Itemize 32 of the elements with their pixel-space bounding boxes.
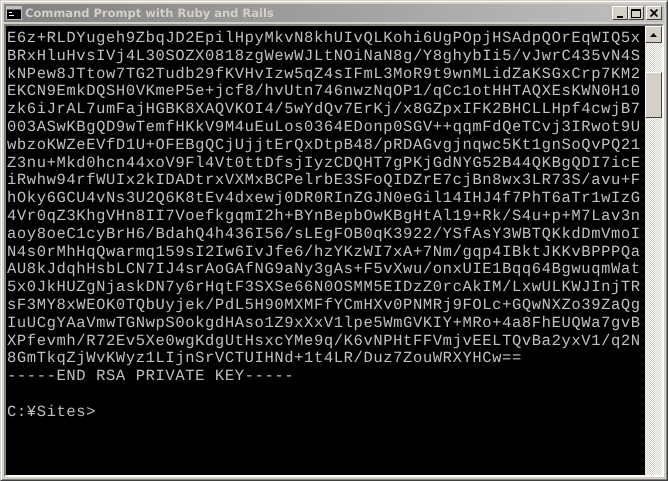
console-line: XPfevmh/R72Ev5Xe0wgKdgUtHsxcYMe9q/K6vNPHtFFVmjvEELTQvBa2yxV1/q2N xyxy=(7,332,641,350)
console-line: IuUCgYAaVmwTGNwpS0okgdHAso1Z9xXxV1lpe5WmGVKIY+MRo+4a8FhEUQWa7gvB xyxy=(7,314,641,333)
maximize-button[interactable] xyxy=(628,6,644,20)
console-line: kNPew8JTtow7TG2Tudb29fKVHvIzw5qZ4sIFmL3MoR9t9wnMLidZaKSGxCrp7KM2 xyxy=(7,66,641,84)
console-line: E6z+RLDYugeh9ZbqJD2EpilHpyMkvN8khUIvQLKohi6UgPOpjHSAdpQOrEqWIQ5x xyxy=(7,30,641,48)
console-line: 5x0JkHUZgNjaskDN7y6rHqtF3SXSe66N0OSMM5EIDzZ0rcAkIM/LxwULKWJInjTR xyxy=(7,279,641,297)
close-button[interactable] xyxy=(646,6,662,20)
console-line: 8GmTkqZjWvKWyz1LIjnSrVCTUIHNd+1t4LR/Duz7ZouWRXYHCw== xyxy=(7,350,522,368)
console-icon xyxy=(6,6,22,20)
console-line: aoy8oeC1cyBrH6/BdahQ4h436I56/sLEgFOB0qK3922/YSfAsY3WBTQKkdDmVmoI xyxy=(7,226,641,244)
console-line: iRwhw94rfWUIx2kIDADtrxVXMxBCPelrbE3SFoQIDZrE7cjBn8wx3LR73S/avu+F xyxy=(7,172,641,190)
scroll-thumb[interactable] xyxy=(645,72,662,118)
maximize-icon xyxy=(631,9,641,18)
console-line: -----END RSA PRIVATE KEY----- xyxy=(7,368,294,386)
scrollbar[interactable] xyxy=(645,26,662,475)
console-line: wbzoKWZeEVfD1U+OFEBgQCjUjjtErQxDtpB48/pRDAGvgjnqwc5Kt1gnSoQvPQ21 xyxy=(7,136,641,155)
console-line: N4s0rMhHqQwarmq159sI2Iw6IvJfe6/hzYKzWI7xA+7Nm/gqp4IBktJKKvBPPPQa xyxy=(7,244,641,262)
command-prompt[interactable]: C:¥Sites> xyxy=(7,404,96,422)
console-line: Z3nu+Mkd0hcn44xoV9Fl4Vt0ttDfsjIyzCDQHT7gPKjGdNYG52B44QKBgQDI7icE xyxy=(7,154,641,172)
console-line: 003ASwKBgQD9wTemfHKkV9M4uEuLos0364EDonp0SGV++qqmFdQeTCvj3IRwot9U xyxy=(7,118,641,137)
console-line: hOky6GCU4vNs3U2Q6K8tEv4dxewj0DR0RInZGJN0eGil14IHJ4f7PhT6aTr1wIzG xyxy=(7,190,641,208)
minimize-button[interactable] xyxy=(612,6,628,20)
console-line: 4Vr0qZ3KhgVHn8II7VoefkgqmI2h+BYnBepbOwKBgHtAl19+Rk/S4u+p+M7Lav3n xyxy=(7,208,641,226)
console-line: sF3MY8xWEOK0TQbUyjek/PdL5H90MXMFfYCmHXv0PNMRj9FOLc+GQwNXZo39ZaQg xyxy=(7,296,641,315)
window-title: Command Prompt with Ruby and Rails xyxy=(25,6,275,20)
up-arrow-icon xyxy=(650,32,657,36)
scroll-up-button[interactable] xyxy=(645,26,662,43)
console-line: zk6iJrAL7umFajHGBK8XAQVKOI4/5wYdQv7ErKj/x8GZpxIFK2BHCLLHpf4cwjB7 xyxy=(7,101,641,119)
close-icon xyxy=(650,8,658,16)
console-line: EKCN9EmkDQSH0VKmeP5e+jcf8/hvUtn746nwzNqOP1/qCc1otHHTAQXEsKWN0H10 xyxy=(7,83,641,102)
console-line: BRxHluHvsIVj4L30SOZX0818zgWewWJLtNOiNaN8g/Y8ghybIi5/vJwrC435vN4S xyxy=(7,48,641,66)
console-line: AU8kJdqhHsbLCN7IJ4srAoGAfNG9aNy3gAs+F5vXwu/onxUIE1Bqq64BgwuqmWat xyxy=(7,261,641,280)
